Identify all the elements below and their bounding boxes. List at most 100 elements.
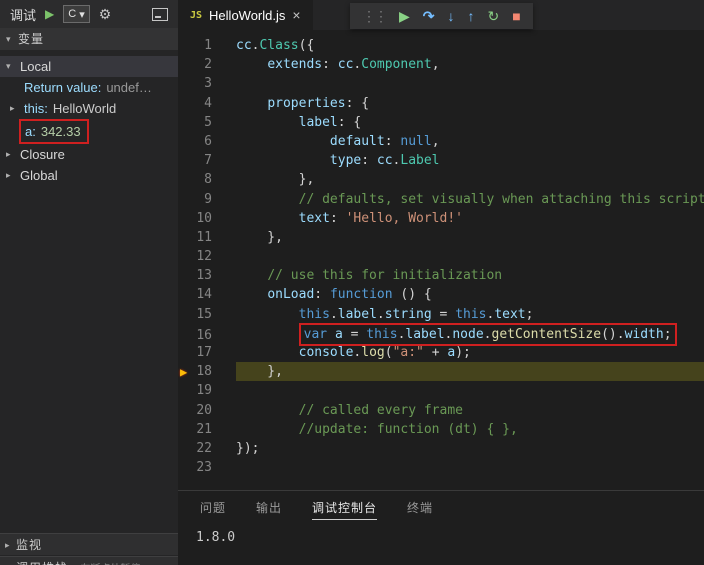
line-number[interactable]: 1 bbox=[178, 36, 212, 55]
line-number[interactable]: 13 bbox=[178, 266, 212, 285]
line-number[interactable]: 2 bbox=[178, 55, 212, 74]
variable-value: 342.33 bbox=[40, 124, 81, 139]
gear-icon[interactable]: ⚙ bbox=[99, 6, 112, 23]
code-line[interactable]: 15 this.label.string = this.text; bbox=[178, 305, 704, 324]
line-number[interactable]: 21 bbox=[178, 420, 212, 439]
line-number[interactable]: 23 bbox=[178, 458, 212, 477]
code-line[interactable]: 20 // called every frame bbox=[178, 401, 704, 420]
code-line[interactable]: 14 onLoad: function () { bbox=[178, 285, 704, 304]
tab-title: HelloWorld.js bbox=[209, 7, 286, 23]
editor-group: JS HelloWorld.js × ⋮⋮ ▶ ↷ ↓ ↑ ↻ ■ 1 cc.Cl… bbox=[178, 0, 704, 490]
chevron-expanded-icon: ▾ bbox=[6, 61, 11, 71]
scope-local-label: Local bbox=[20, 59, 52, 74]
line-number[interactable]: 11 bbox=[178, 228, 212, 247]
chevron-collapsed-icon: ▸ bbox=[5, 540, 11, 550]
code-line[interactable]: 4 properties: { bbox=[178, 94, 704, 113]
code-line[interactable]: 12 bbox=[178, 247, 704, 266]
line-number[interactable]: 14 bbox=[178, 285, 212, 304]
line-number[interactable]: 10 bbox=[178, 209, 212, 228]
line-text: }, bbox=[236, 229, 283, 245]
start-debug-button[interactable]: ▶ bbox=[45, 7, 54, 21]
line-text: onLoad: function () { bbox=[267, 287, 432, 303]
code-line[interactable]: 7 type: cc.Label bbox=[178, 151, 704, 170]
variable-this[interactable]: ▸ this: HelloWorld bbox=[0, 98, 178, 119]
tab-terminal[interactable]: 终端 bbox=[407, 499, 433, 520]
panel-tab-bar: 问题 输出 调试控制台 终端 bbox=[178, 491, 704, 525]
chevron-down-icon: ▾ bbox=[79, 8, 85, 21]
code-line[interactable]: 3 bbox=[178, 74, 704, 93]
chevron-collapsed-icon: ▸ bbox=[10, 103, 15, 113]
tab-helloworld-js[interactable]: JS HelloWorld.js × bbox=[178, 0, 313, 30]
line-text: properties: { bbox=[267, 95, 370, 111]
code-line[interactable]: 21 //update: function (dt) { }, bbox=[178, 420, 704, 439]
scope-closure[interactable]: ▸ Closure bbox=[0, 144, 178, 165]
line-number[interactable]: 17 bbox=[178, 343, 212, 362]
scope-global[interactable]: ▸ Global bbox=[0, 165, 178, 186]
close-icon[interactable]: × bbox=[292, 7, 300, 23]
drag-handle-icon[interactable]: ⋮⋮ bbox=[362, 3, 388, 29]
callstack-section-header[interactable]: 调用堆栈 在断点处暂停 bbox=[0, 556, 178, 565]
code-line[interactable]: 17 console.log("a:" + a); bbox=[178, 343, 704, 362]
line-text: this.label.string = this.text; bbox=[298, 306, 534, 322]
code-line[interactable]: 16 var a = this.label.node.getContentSiz… bbox=[178, 322, 704, 347]
line-number[interactable]: 6 bbox=[178, 132, 212, 151]
line-number[interactable]: 4 bbox=[178, 94, 212, 113]
code-line[interactable]: 2 extends: cc.Component, bbox=[178, 55, 704, 74]
code-editor[interactable]: 1 cc.Class({2 extends: cc.Component, 3 4 pr… bbox=[178, 30, 704, 490]
chevron-collapsed-icon: ▸ bbox=[6, 149, 11, 159]
line-number[interactable]: 12 bbox=[178, 247, 212, 266]
line-text: // defaults, set visually when attaching… bbox=[298, 191, 704, 207]
stop-button[interactable]: ■ bbox=[512, 3, 520, 29]
line-text: var a = this.label.node.getContentSize()… bbox=[236, 322, 677, 347]
step-over-button[interactable]: ↷ bbox=[423, 3, 435, 29]
tab-debug-console[interactable]: 调试控制台 bbox=[312, 499, 378, 520]
line-text: cc.Class({ bbox=[236, 38, 315, 53]
line-number[interactable]: 15 bbox=[178, 305, 212, 324]
watch-section-header[interactable]: ▸ 监视 bbox=[0, 533, 178, 555]
line-number[interactable]: 9 bbox=[178, 190, 212, 209]
debug-config-label: C bbox=[68, 8, 77, 20]
code-line[interactable]: 19 bbox=[178, 381, 704, 400]
debug-sidebar-toolbar: 调试 ▶ C ▾ ⚙ bbox=[0, 0, 178, 28]
line-number[interactable]: 20 bbox=[178, 401, 212, 420]
code-line[interactable]: 22}); bbox=[178, 439, 704, 458]
code-line[interactable]: 6 default: null, bbox=[178, 132, 704, 151]
continue-button[interactable]: ▶ bbox=[399, 3, 410, 29]
variables-section-label: 变量 bbox=[18, 32, 45, 46]
code-line[interactable]: 8 }, bbox=[178, 170, 704, 189]
step-into-button[interactable]: ↓ bbox=[448, 3, 455, 29]
line-text: console.log("a:" + a); bbox=[298, 345, 471, 360]
code-line[interactable]: 10 text: 'Hello, World!' bbox=[178, 209, 704, 228]
debug-config-dropdown[interactable]: C ▾ bbox=[63, 5, 90, 23]
line-text: extends: cc.Component, bbox=[267, 57, 440, 73]
step-out-button[interactable]: ↑ bbox=[468, 3, 475, 29]
debug-console-toggle-icon[interactable] bbox=[152, 7, 168, 21]
line-number[interactable]: 7 bbox=[178, 151, 212, 170]
code-line[interactable]: 5 label: { bbox=[178, 113, 704, 132]
line-text: label: { bbox=[298, 114, 362, 130]
line-number[interactable]: 19 bbox=[178, 381, 212, 400]
current-execution-arrow-icon: ▶ bbox=[180, 365, 188, 380]
scope-local[interactable]: ▾ Local bbox=[0, 56, 178, 77]
debug-console-output[interactable]: 1.8.0 a:342.33 bbox=[178, 528, 704, 565]
variables-section-header[interactable]: ▾ 变量 bbox=[0, 28, 178, 50]
debug-sidebar: 调试 ▶ C ▾ ⚙ ▾ 变量 ▾ Local Return value: und… bbox=[0, 0, 178, 565]
code-line[interactable]: 9 // defaults, set visually when attachi… bbox=[178, 190, 704, 209]
line-text: }, bbox=[236, 364, 283, 380]
code-line[interactable]: 23 bbox=[178, 458, 704, 477]
tab-problems[interactable]: 问题 bbox=[200, 499, 226, 520]
line-text: }); bbox=[236, 440, 260, 456]
restart-button[interactable]: ↻ bbox=[488, 3, 500, 29]
line-number[interactable]: 5 bbox=[178, 113, 212, 132]
line-number[interactable]: 3 bbox=[178, 74, 212, 93]
tab-output[interactable]: 输出 bbox=[256, 499, 282, 520]
code-line[interactable]: 11 }, bbox=[178, 228, 704, 247]
code-line[interactable]: 1 cc.Class({ bbox=[178, 36, 704, 55]
line-text: // called every frame bbox=[298, 402, 463, 418]
code-line[interactable]: 13 // use this for initialization bbox=[178, 266, 704, 285]
variable-return-value[interactable]: Return value: undef… bbox=[0, 77, 178, 98]
line-number[interactable]: 22 bbox=[178, 439, 212, 458]
code-line[interactable]: ▶ 18 }, bbox=[178, 362, 704, 382]
line-number[interactable]: 8 bbox=[178, 170, 212, 189]
variable-a[interactable]: a: 342.33 bbox=[0, 119, 178, 144]
